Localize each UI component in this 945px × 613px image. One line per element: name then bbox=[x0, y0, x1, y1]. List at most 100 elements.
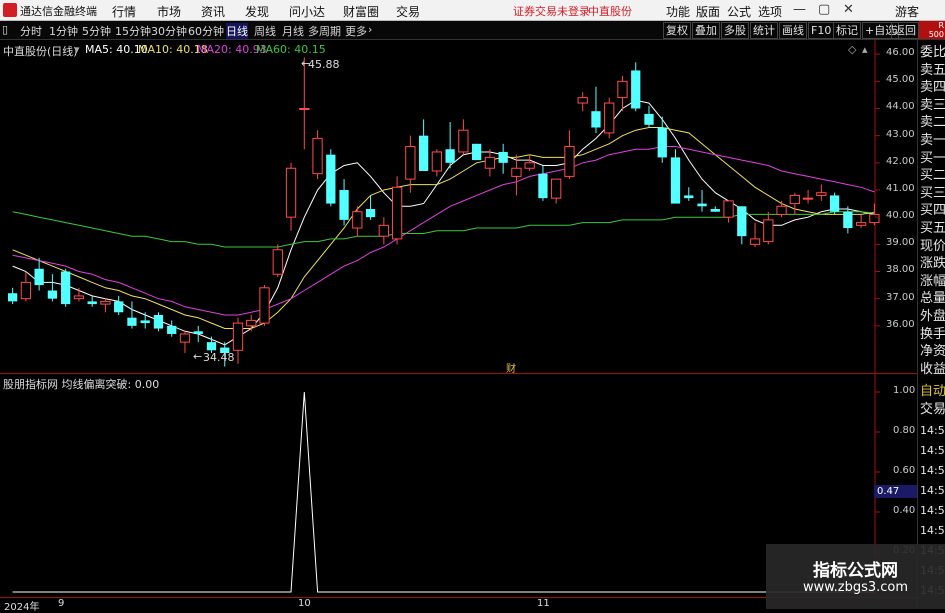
period-5min[interactable]: 5分钟 bbox=[82, 23, 111, 39]
period-more[interactable]: 更多 bbox=[345, 23, 367, 39]
candle-body bbox=[246, 319, 257, 327]
ma60-label: MA60: 40.15 bbox=[256, 43, 326, 56]
quote-field-label: 买四 bbox=[920, 203, 945, 219]
menu-item-markets[interactable]: 市场 bbox=[157, 3, 181, 20]
multi-stock-button[interactable]: 多股 bbox=[721, 22, 749, 39]
candle bbox=[34, 257, 44, 291]
candle-body bbox=[511, 167, 522, 177]
price-tick-label: 40.00 bbox=[886, 210, 915, 222]
price-tick-label: 45.00 bbox=[886, 74, 915, 86]
candle bbox=[723, 200, 734, 223]
menu-layout[interactable]: 版面 bbox=[696, 3, 720, 20]
period-daily[interactable]: 日线 bbox=[226, 23, 248, 39]
candle bbox=[591, 86, 601, 133]
chevron-right-icon[interactable]: › bbox=[368, 23, 372, 36]
overlay-button[interactable]: 叠加 bbox=[692, 22, 720, 39]
diamond-icon[interactable]: ◇ bbox=[848, 43, 856, 56]
watermark: 指标公式网 www.zbgs3.com bbox=[766, 544, 945, 609]
candle bbox=[524, 154, 535, 171]
menu-function[interactable]: 功能 bbox=[666, 3, 690, 20]
stats-button[interactable]: 统计 bbox=[750, 22, 778, 39]
level2-badge[interactable]: R 500 bbox=[919, 21, 945, 39]
candle bbox=[684, 187, 694, 201]
draw-button[interactable]: 画线 bbox=[779, 22, 807, 39]
candle-body bbox=[127, 317, 137, 326]
minimize-icon[interactable]: — bbox=[793, 2, 806, 17]
tick-time: 14:56 bbox=[920, 444, 945, 457]
current-stock: 中直股份 bbox=[588, 5, 632, 18]
candle-body bbox=[431, 151, 443, 172]
candle bbox=[644, 105, 654, 128]
menu-options[interactable]: 选项 bbox=[758, 3, 782, 20]
period-intraday[interactable]: 分时 bbox=[20, 23, 42, 39]
candle-body bbox=[484, 156, 496, 169]
candlestick-chart[interactable] bbox=[0, 40, 917, 373]
candle-body bbox=[472, 143, 482, 161]
price-tick-label: 36.00 bbox=[886, 318, 915, 330]
menu-item-ask[interactable]: 问小达 bbox=[289, 3, 325, 20]
candle-body bbox=[34, 268, 44, 286]
toolbar-icon[interactable]: ▯ bbox=[2, 23, 8, 36]
candle-body bbox=[538, 173, 548, 199]
menu-item-market[interactable]: 行情 bbox=[112, 3, 136, 20]
candle bbox=[484, 149, 496, 177]
menu-bar: 通达信金融终端 行情 市场 资讯 发现 问小达 财富圈 交易 证券交易未登录 中… bbox=[0, 0, 945, 21]
candle-body bbox=[445, 149, 455, 163]
candle bbox=[167, 320, 177, 337]
period-15min[interactable]: 15分钟 bbox=[115, 23, 151, 39]
collapse-icon[interactable]: ▴ bbox=[862, 43, 868, 56]
menu-item-wealth[interactable]: 财富圈 bbox=[343, 3, 379, 20]
quote-field-label: 卖五 bbox=[920, 62, 945, 78]
quote-field-label: 换手 bbox=[920, 326, 945, 342]
month-label: 11 bbox=[537, 598, 550, 609]
candle-body bbox=[498, 151, 508, 163]
quote-field-label: 收益 bbox=[920, 361, 945, 377]
candle bbox=[259, 285, 270, 326]
login-status[interactable]: 证券交易未登录 bbox=[513, 3, 590, 19]
watermark-url: www.zbgs3.com bbox=[802, 580, 909, 595]
tick-time: 14:56 bbox=[920, 484, 945, 497]
menu-item-discover[interactable]: 发现 bbox=[245, 3, 269, 20]
candle-body bbox=[657, 127, 667, 158]
candle bbox=[299, 57, 310, 150]
candle-body bbox=[378, 224, 389, 237]
candle-body bbox=[604, 102, 615, 134]
period-30min[interactable]: 30分钟 bbox=[151, 23, 187, 39]
restore-icon[interactable]: ▢ bbox=[818, 2, 830, 17]
trade-button[interactable]: 交易 bbox=[920, 403, 945, 417]
auto-trade-button[interactable]: 自动 bbox=[920, 385, 945, 399]
f10-button[interactable]: F10 bbox=[808, 22, 835, 39]
menu-formula[interactable]: 公式 bbox=[727, 3, 751, 20]
candle-body bbox=[577, 97, 588, 104]
chevron-down-icon[interactable]: ▾ bbox=[74, 43, 80, 56]
mark-button[interactable]: 标记 bbox=[833, 22, 861, 39]
period-monthly[interactable]: 月线 bbox=[282, 23, 304, 39]
guest-user[interactable]: 游客 bbox=[895, 3, 919, 20]
month-label: 10 bbox=[298, 598, 311, 609]
menu-item-news[interactable]: 资讯 bbox=[201, 3, 225, 20]
candle bbox=[352, 206, 363, 237]
close-icon[interactable]: ✕ bbox=[843, 2, 854, 17]
menu-item-trade[interactable]: 交易 bbox=[396, 3, 420, 20]
candle bbox=[458, 119, 469, 155]
quote-field-label: 委比 bbox=[920, 45, 945, 60]
candle bbox=[232, 317, 244, 364]
candle-body bbox=[697, 203, 707, 207]
candle bbox=[153, 312, 164, 332]
period-weekly[interactable]: 周线 bbox=[254, 23, 276, 39]
period-60min[interactable]: 60分钟 bbox=[188, 23, 224, 39]
candle bbox=[87, 295, 97, 307]
candle-body bbox=[737, 206, 747, 237]
adjust-button[interactable]: 复权 bbox=[663, 22, 691, 39]
low-price-marker: 34.48 bbox=[203, 351, 235, 364]
period-1min[interactable]: 1分钟 bbox=[49, 23, 78, 39]
candle bbox=[577, 92, 588, 112]
back-button[interactable]: 返回 bbox=[891, 22, 919, 39]
tick-time: 14:56 bbox=[920, 524, 945, 537]
candle-body bbox=[418, 135, 429, 171]
candle-body bbox=[763, 219, 774, 243]
candle bbox=[564, 130, 575, 180]
period-multi[interactable]: 多周期 bbox=[308, 23, 341, 39]
quote-field-label: 现价 bbox=[920, 238, 945, 254]
indicator-line bbox=[12, 391, 875, 593]
